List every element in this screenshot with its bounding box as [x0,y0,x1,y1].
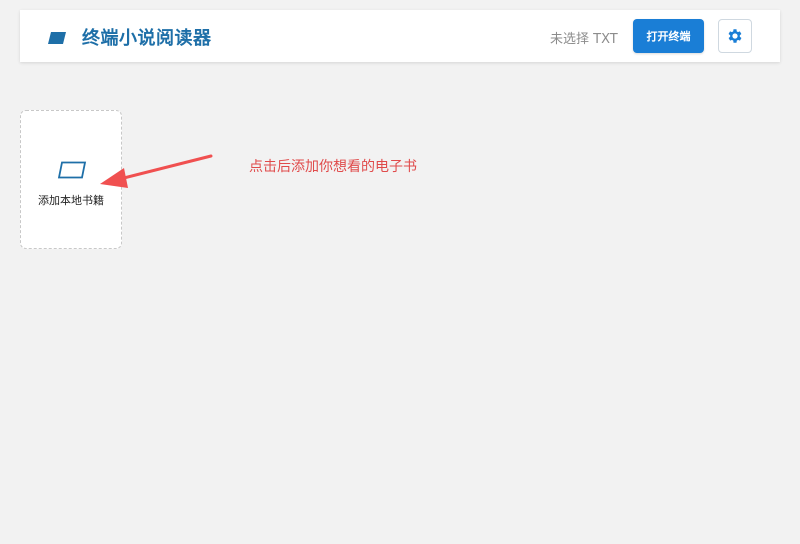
open-terminal-button[interactable]: 打开终端 [633,19,704,53]
file-status: 未选择 TXT [550,32,618,47]
book-icon [48,32,66,44]
annotation-arrow [100,154,213,188]
gear-icon [728,29,742,43]
annotation-hint: 点击后添加你想看的电子书 [249,159,417,175]
add-local-book-label: 添加本地书籍 [38,194,104,207]
book-outline-icon [57,161,87,179]
app-header: 终端小说阅读器 未选择 TXT 打开终端 [20,10,780,62]
app-title: 终端小说阅读器 [82,28,212,49]
settings-button[interactable] [718,19,752,53]
